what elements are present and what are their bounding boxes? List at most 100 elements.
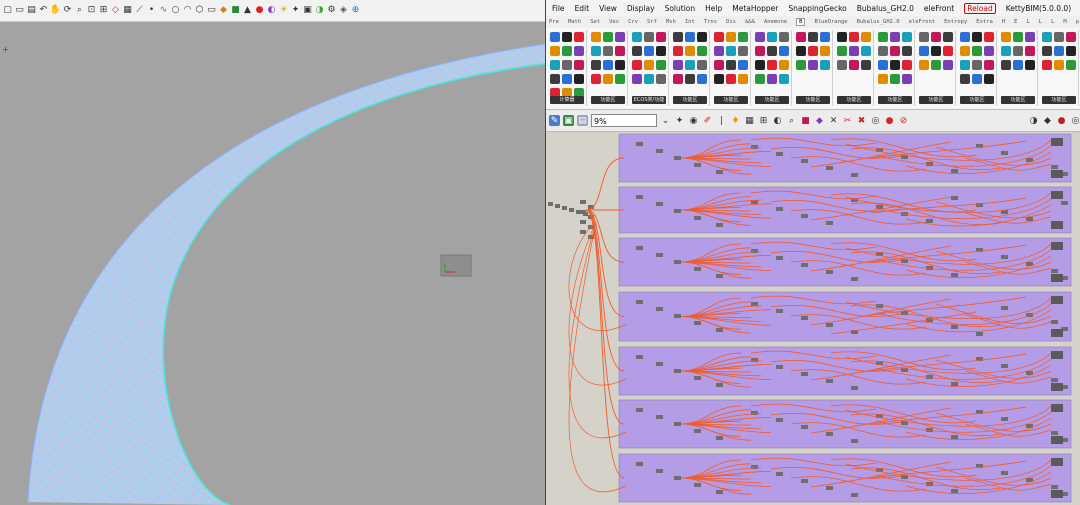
component-icon[interactable]	[890, 60, 900, 70]
tab-10[interactable]: &&&	[745, 19, 755, 25]
menu-kettybim-5-0-0-0-[interactable]: KettyBIM(5.0.0.0)	[1006, 4, 1071, 13]
component-icon[interactable]	[878, 60, 888, 70]
open-icon[interactable]: ✎	[549, 115, 560, 126]
component-icon[interactable]	[796, 32, 806, 42]
dropdown-arrow-icon[interactable]: ⌄	[660, 115, 671, 126]
component-icon[interactable]	[767, 60, 777, 70]
search-icon[interactable]: ⌕	[786, 115, 797, 126]
shuffle-icon[interactable]: ✕	[828, 115, 839, 126]
menu-reload[interactable]: Reload	[964, 2, 996, 14]
component-icon[interactable]	[755, 74, 765, 84]
tab-8[interactable]: Trns	[704, 19, 717, 25]
eye-icon[interactable]: ◉	[688, 115, 699, 126]
tab-18[interactable]: H	[1002, 19, 1005, 25]
component-icon[interactable]	[755, 46, 765, 56]
tab-22[interactable]: L	[1051, 19, 1054, 25]
component-icon[interactable]	[1025, 46, 1035, 56]
component-icon[interactable]	[808, 60, 818, 70]
component-icon[interactable]	[574, 60, 584, 70]
component-icon[interactable]	[615, 32, 625, 42]
component-icon[interactable]	[984, 32, 994, 42]
component-icon[interactable]	[767, 32, 777, 42]
component-icon[interactable]	[767, 46, 777, 56]
component-icon[interactable]	[960, 60, 970, 70]
component-icon[interactable]	[1066, 32, 1076, 42]
component-icon[interactable]	[574, 74, 584, 84]
lock-icon[interactable]: ◑	[1028, 115, 1039, 126]
surface-icon[interactable]: ◆	[218, 4, 229, 18]
component-icon[interactable]	[615, 60, 625, 70]
component-icon[interactable]	[919, 46, 929, 56]
component-icon[interactable]	[1054, 46, 1064, 56]
component-icon[interactable]	[849, 46, 859, 56]
disable-icon[interactable]: ⊘	[898, 115, 909, 126]
component-icon[interactable]	[1001, 60, 1011, 70]
component-icon[interactable]	[697, 74, 707, 84]
component-icon[interactable]	[767, 74, 777, 84]
solver-icon[interactable]: ◆	[1042, 115, 1053, 126]
menu-bubalus-gh2-0[interactable]: Bubalus_GH2.0	[857, 4, 914, 13]
properties-icon[interactable]: ⚙	[326, 4, 337, 18]
component-icon[interactable]	[861, 32, 871, 42]
component-icon[interactable]	[550, 74, 560, 84]
component-icon[interactable]	[972, 46, 982, 56]
component-icon[interactable]	[714, 60, 724, 70]
tab-1[interactable]: Math	[568, 19, 581, 25]
circle-icon[interactable]: ○	[170, 4, 181, 18]
points-icon[interactable]: •	[146, 4, 157, 18]
component-icon[interactable]	[943, 46, 953, 56]
tab-19[interactable]: E	[1014, 19, 1017, 25]
component-icon[interactable]	[890, 46, 900, 56]
component-icon[interactable]	[1042, 46, 1052, 56]
polygon-icon[interactable]: ⬡	[194, 4, 205, 18]
undo-icon[interactable]: ↶	[38, 4, 49, 18]
recompute-icon[interactable]: ◎	[1070, 115, 1080, 126]
component-icon[interactable]	[656, 46, 666, 56]
component-icon[interactable]	[591, 46, 601, 56]
component-icon[interactable]	[861, 46, 871, 56]
component-icon[interactable]	[1066, 60, 1076, 70]
component-icon[interactable]	[1042, 32, 1052, 42]
component-icon[interactable]	[603, 60, 613, 70]
component-icon[interactable]	[755, 32, 765, 42]
component-icon[interactable]	[931, 46, 941, 56]
component-icon[interactable]	[1042, 60, 1052, 70]
component-icon[interactable]	[1001, 32, 1011, 42]
new-file-icon[interactable]: ▢	[2, 4, 13, 18]
component-icon[interactable]	[726, 32, 736, 42]
shield-icon[interactable]: ◆	[814, 115, 825, 126]
render-icon[interactable]: ●	[254, 4, 265, 18]
component-icon[interactable]	[656, 60, 666, 70]
component-icon[interactable]	[984, 46, 994, 56]
component-icon[interactable]	[562, 32, 572, 42]
component-icon[interactable]	[1025, 60, 1035, 70]
save-file-icon[interactable]: ▤	[26, 4, 37, 18]
tab-23[interactable]: M	[1063, 19, 1066, 25]
component-icon[interactable]	[673, 46, 683, 56]
component-icon[interactable]	[603, 74, 613, 84]
component-icon[interactable]	[1025, 32, 1035, 42]
tab-12[interactable]: B	[796, 18, 806, 26]
component-icon[interactable]	[685, 74, 695, 84]
component-icon[interactable]	[603, 46, 613, 56]
zoom-selected-icon[interactable]: ⊞	[98, 4, 109, 18]
pen-icon[interactable]: ✐	[702, 115, 713, 126]
display-icon[interactable]: ◑	[314, 4, 325, 18]
component-icon[interactable]	[837, 32, 847, 42]
bake-icon[interactable]: ■	[800, 115, 811, 126]
component-icon[interactable]	[726, 74, 736, 84]
tab-4[interactable]: Crv	[628, 19, 638, 25]
component-icon[interactable]	[615, 46, 625, 56]
component-icon[interactable]	[673, 74, 683, 84]
component-icon[interactable]	[656, 74, 666, 84]
component-icon[interactable]	[738, 60, 748, 70]
component-icon[interactable]	[738, 74, 748, 84]
component-icon[interactable]	[779, 46, 789, 56]
component-icon[interactable]	[591, 74, 601, 84]
component-icon[interactable]	[615, 74, 625, 84]
open-file-icon[interactable]: ▭	[14, 4, 25, 18]
component-icon[interactable]	[902, 46, 912, 56]
zoom-extents-icon[interactable]: ⊡	[86, 4, 97, 18]
component-icon[interactable]	[591, 60, 601, 70]
component-icon[interactable]	[562, 60, 572, 70]
